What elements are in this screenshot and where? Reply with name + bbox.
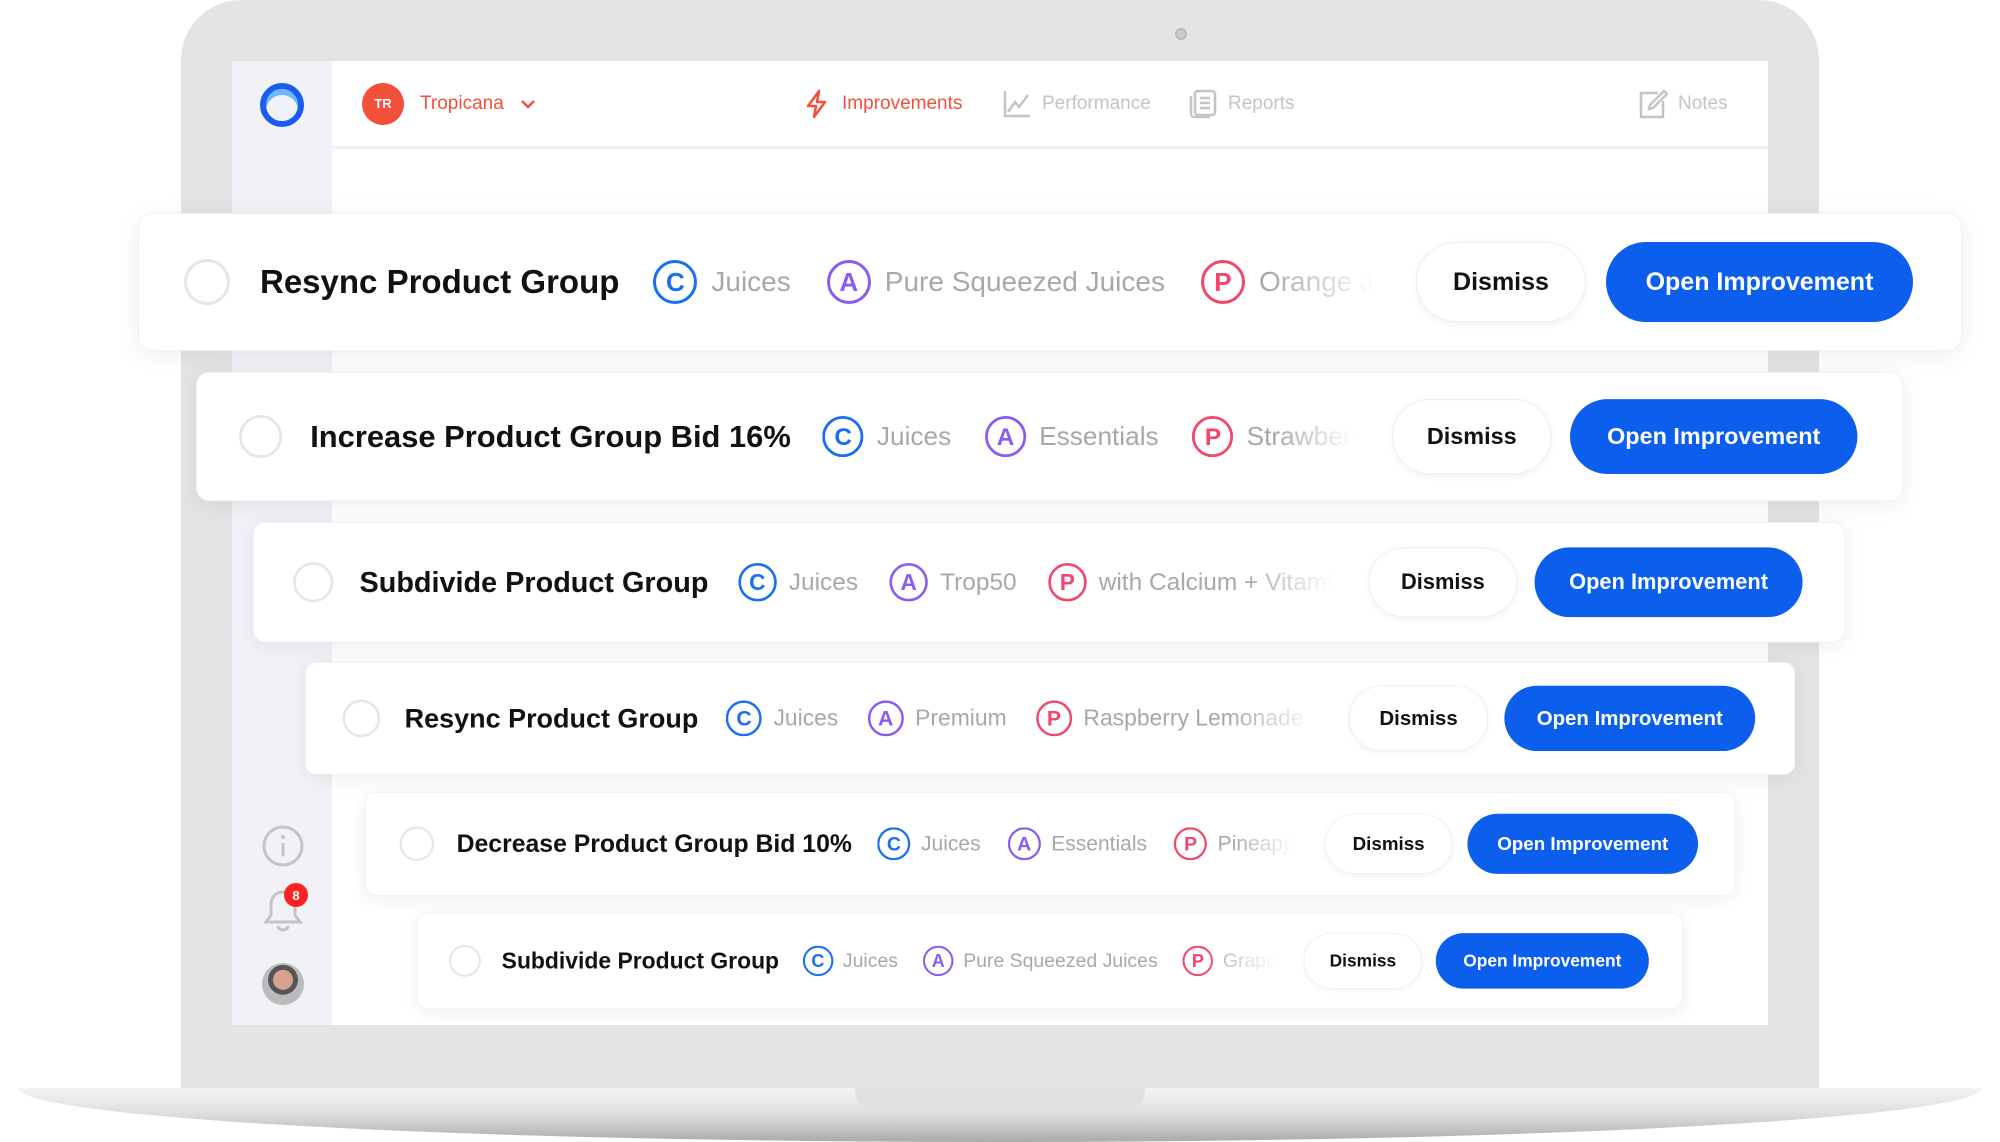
tag-p-text: with Calcium + Vitamin D — [1098, 568, 1334, 596]
dismiss-button[interactable]: Dismiss — [1392, 399, 1552, 475]
tag-c-icon: C — [802, 945, 834, 977]
select-radio[interactable] — [239, 415, 283, 459]
top-bar: TR Tropicana Improvements Performance Re… — [332, 61, 1768, 149]
tag-a-text: Trop50 — [940, 568, 1017, 596]
notification-badge: 8 — [284, 883, 308, 907]
tag-a-icon: A — [984, 415, 1027, 458]
tag-c-icon: C — [877, 827, 911, 861]
tag-p-text: Orange Juice — [1258, 266, 1376, 297]
tag-list: C Juices A Pure Squeezed Juices P Grapefruit — [802, 945, 1277, 977]
tag-a-icon: A — [889, 563, 928, 602]
tag-p-icon: P — [1048, 563, 1087, 602]
tag-list: C Juices A Premium P Raspberry Lemonade — [726, 700, 1316, 737]
tag-p-icon: P — [1182, 945, 1214, 977]
tag-c-icon: C — [726, 700, 763, 737]
tag-a-text: Essentials — [1051, 831, 1148, 856]
tab-label: Notes — [1678, 92, 1728, 114]
tag-c-text: Juices — [842, 949, 898, 972]
tag-p-text: Pineapple — [1217, 831, 1295, 856]
account-switcher[interactable]: TR Tropicana — [362, 82, 536, 125]
open-improvement-button[interactable]: Open Improvement — [1570, 399, 1858, 475]
tag-p-icon: P — [1200, 260, 1245, 304]
tab-label: Performance — [1042, 92, 1151, 114]
laptop-notch — [855, 1088, 1145, 1110]
tag-list: C Juices A Essentials P Strawberry — [822, 415, 1355, 458]
lightning-icon — [806, 89, 827, 118]
tab-label: Reports — [1228, 92, 1295, 114]
camera — [1175, 28, 1187, 40]
card-title: Decrease Product Group Bid 10% — [456, 829, 852, 858]
improvement-card: Subdivide Product Group C Juices A Trop50 Pw… — [253, 522, 1846, 643]
tag-c-text: Juices — [876, 421, 952, 451]
tag-c-text: Juices — [711, 266, 791, 297]
tab-label: Improvements — [842, 92, 963, 114]
tag-p-icon: P — [1174, 827, 1208, 861]
tab-notes[interactable]: Notes — [1638, 88, 1728, 119]
dismiss-button[interactable]: Dismiss — [1416, 242, 1586, 322]
dismiss-button[interactable]: Dismiss — [1324, 813, 1453, 874]
avatar[interactable] — [262, 963, 304, 1005]
improvement-card: Subdivide Product Group C Juices A Pure Squ… — [417, 913, 1683, 1009]
improvement-card: Increase Product Group Bid 16% C Juices A E… — [196, 372, 1904, 502]
tag-p-text: Grapefruit — [1222, 949, 1277, 972]
tag-p-text: Strawberry — [1246, 421, 1355, 451]
tag-a-icon: A — [1007, 827, 1041, 861]
account-name: Tropicana — [420, 92, 504, 114]
improvement-card: Decrease Product Group Bid 10% C Juices A E… — [365, 792, 1735, 896]
account-avatar: TR — [362, 82, 404, 125]
tag-a-text: Premium — [915, 705, 1007, 731]
tag-list: C Juices A Pure Squeezed Juices P Orange Juic… — [653, 260, 1376, 304]
tag-p-text: Raspberry Lemonade — [1083, 705, 1304, 731]
tag-a-text: Pure Squeezed Juices — [963, 949, 1158, 972]
open-improvement-button[interactable]: Open Improvement — [1504, 685, 1756, 752]
improvement-card: Resync Product Group C Juices A Pure Squeez… — [138, 213, 1962, 351]
edit-icon — [1639, 88, 1668, 118]
dismiss-button[interactable]: Dismiss — [1303, 933, 1422, 989]
card-title: Subdivide Product Group — [359, 565, 709, 598]
select-radio[interactable] — [448, 944, 481, 977]
tab-improvements[interactable]: Improvements — [802, 89, 962, 119]
card-title: Resync Product Group — [260, 263, 620, 300]
select-radio[interactable] — [293, 562, 334, 603]
tag-a-text: Pure Squeezed Juices — [884, 266, 1165, 297]
card-title: Subdivide Product Group — [501, 947, 780, 974]
open-improvement-button[interactable]: Open Improvement — [1435, 933, 1649, 989]
tag-c-text: Juices — [773, 705, 839, 731]
card-title: Increase Product Group Bid 16% — [310, 418, 791, 454]
improvement-card: Resync Product Group C Juices A Premium P Ras… — [305, 662, 1796, 775]
logo[interactable] — [260, 83, 304, 127]
info-icon[interactable] — [262, 825, 304, 867]
tag-c-icon: C — [653, 260, 698, 304]
select-radio[interactable] — [342, 699, 381, 738]
tag-list: C Juices A Essentials P Pineapple — [877, 827, 1295, 861]
tag-a-icon: A — [867, 700, 904, 737]
dismiss-button[interactable]: Dismiss — [1368, 547, 1518, 618]
tag-a-icon: A — [826, 260, 871, 304]
select-radio[interactable] — [184, 259, 230, 305]
select-radio[interactable] — [399, 826, 435, 862]
tab-performance[interactable]: Performance — [1002, 89, 1151, 119]
tag-p-icon: P — [1036, 700, 1072, 737]
chart-icon — [1003, 90, 1030, 117]
tag-list: C Juices A Trop50 Pwith Calcium + Vitamin D — [738, 563, 1334, 602]
open-improvement-button[interactable]: Open Improvement — [1534, 547, 1803, 618]
tab-reports[interactable]: Reports — [1188, 89, 1295, 119]
tag-c-icon: C — [738, 563, 777, 602]
tag-c-text: Juices — [920, 831, 981, 856]
dismiss-button[interactable]: Dismiss — [1349, 685, 1489, 752]
tag-p-icon: P — [1192, 415, 1234, 458]
reports-icon — [1189, 89, 1217, 118]
card-title: Resync Product Group — [404, 702, 699, 734]
tag-a-text: Essentials — [1039, 421, 1159, 451]
tag-a-icon: A — [922, 945, 954, 977]
tag-c-text: Juices — [788, 568, 859, 596]
chevron-down-icon — [520, 99, 535, 109]
open-improvement-button[interactable]: Open Improvement — [1467, 813, 1699, 874]
open-improvement-button[interactable]: Open Improvement — [1606, 242, 1913, 322]
tag-c-icon: C — [822, 415, 864, 458]
